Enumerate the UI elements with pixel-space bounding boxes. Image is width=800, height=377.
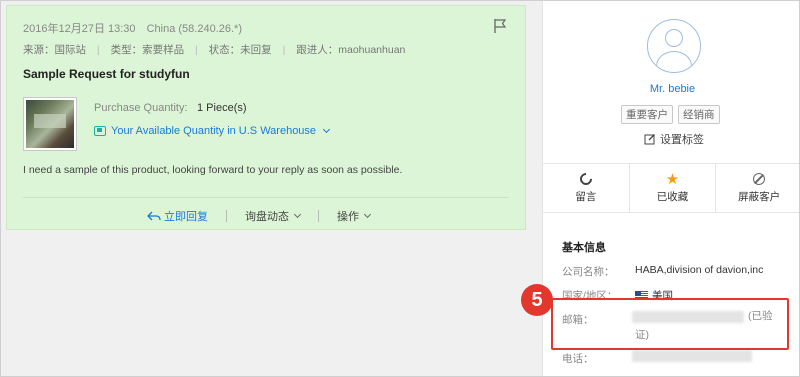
divider: | <box>282 44 286 56</box>
status-value: 未回复 <box>240 44 272 56</box>
status-label: 状态： <box>208 44 241 56</box>
company-value: HABA,division of davion,inc <box>635 264 764 276</box>
product-image <box>26 100 74 148</box>
leave-message-label: 留言 <box>575 190 597 203</box>
message-actions: 立即回复 询盘动态 操作 <box>147 208 372 224</box>
avatar[interactable] <box>647 19 701 73</box>
inquiry-dynamics-label: 询盘动态 <box>245 211 289 223</box>
divider <box>318 210 319 222</box>
favorited-label: 已收藏 <box>656 190 689 203</box>
avatar-body <box>656 51 692 72</box>
reply-label: 立即回复 <box>164 211 208 223</box>
follower-label: 跟进人： <box>296 44 339 56</box>
follower-value: maohuanhuan <box>338 44 406 56</box>
inquiry-dynamics-dropdown[interactable]: 询盘动态 <box>245 208 302 224</box>
quantity-label: Purchase Quantity: <box>94 102 188 114</box>
warehouse-icon <box>94 126 106 136</box>
step-badge: 5 <box>521 284 553 316</box>
chevron-down-icon <box>363 210 372 218</box>
source-value: 国际站 <box>54 44 87 56</box>
message-body: I need a sample of this product, looking… <box>23 164 403 176</box>
block-customer-label: 屏蔽客户 <box>738 190 781 203</box>
screen: 2016年12月27日 13:30 China (58.240.26.*) 来源… <box>0 0 800 377</box>
card-divider <box>23 197 509 198</box>
leave-message-button[interactable]: 留言 <box>543 164 630 212</box>
set-tags-button[interactable]: 设置标签 <box>644 131 704 147</box>
phone-value-redacted[interactable] <box>632 350 752 362</box>
message-origin: China (58.240.26.*) <box>146 23 242 35</box>
type-label: 类型： <box>110 44 143 56</box>
contact-actions: 留言 ★ 已收藏 屏蔽客户 <box>543 164 799 212</box>
operate-label: 操作 <box>337 211 359 223</box>
type-value: 索要样品 <box>142 44 185 56</box>
panel-divider <box>543 212 799 213</box>
edit-icon <box>644 134 655 145</box>
avatar-head <box>665 29 683 47</box>
message-icon <box>577 170 595 187</box>
phone-label: 电话： <box>562 353 594 365</box>
contact-tags: 重要客户 经销商 <box>621 105 720 124</box>
message-date: 2016年12月27日 13:30 <box>23 23 136 35</box>
operate-dropdown[interactable]: 操作 <box>337 208 372 224</box>
star-icon: ★ <box>665 169 680 188</box>
product-thumbnail[interactable] <box>23 97 77 151</box>
tag-important-customer: 重要客户 <box>621 105 673 124</box>
message-attributes: 来源：国际站 | 类型：索要样品 | 状态：未回复 | 跟进人：maohuanh… <box>23 42 405 57</box>
set-tags-label: 设置标签 <box>660 134 704 146</box>
email-highlight-box <box>551 298 789 350</box>
favorited-button[interactable]: ★ 已收藏 <box>630 164 717 212</box>
chevron-down-icon <box>323 125 331 133</box>
divider: | <box>96 44 100 56</box>
basic-info-title: 基本信息 <box>562 242 606 254</box>
message-card: 2016年12月27日 13:30 China (58.240.26.*) 来源… <box>6 5 526 230</box>
divider <box>226 210 227 222</box>
block-icon <box>753 172 766 185</box>
tag-distributor: 经销商 <box>678 105 720 124</box>
reply-icon <box>147 211 161 221</box>
block-customer-button[interactable]: 屏蔽客户 <box>716 164 799 212</box>
company-label: 公司名称： <box>562 266 615 278</box>
message-meta-line: 2016年12月27日 13:30 China (58.240.26.*) <box>23 20 250 36</box>
available-quantity-link[interactable]: Your Available Quantity in U.S Warehouse <box>94 125 331 137</box>
quantity-value: 1 Piece(s) <box>197 102 247 114</box>
contact-name[interactable]: Mr. bebie <box>543 83 799 95</box>
flag-icon[interactable] <box>493 18 507 34</box>
divider: | <box>195 44 198 56</box>
reply-button[interactable]: 立即回复 <box>147 208 208 224</box>
source-label: 来源： <box>23 44 55 56</box>
chevron-down-icon <box>293 210 302 218</box>
message-subject[interactable]: Sample Request for studyfun <box>23 67 190 81</box>
available-quantity-text: Your Available Quantity in U.S Warehouse <box>111 125 317 137</box>
